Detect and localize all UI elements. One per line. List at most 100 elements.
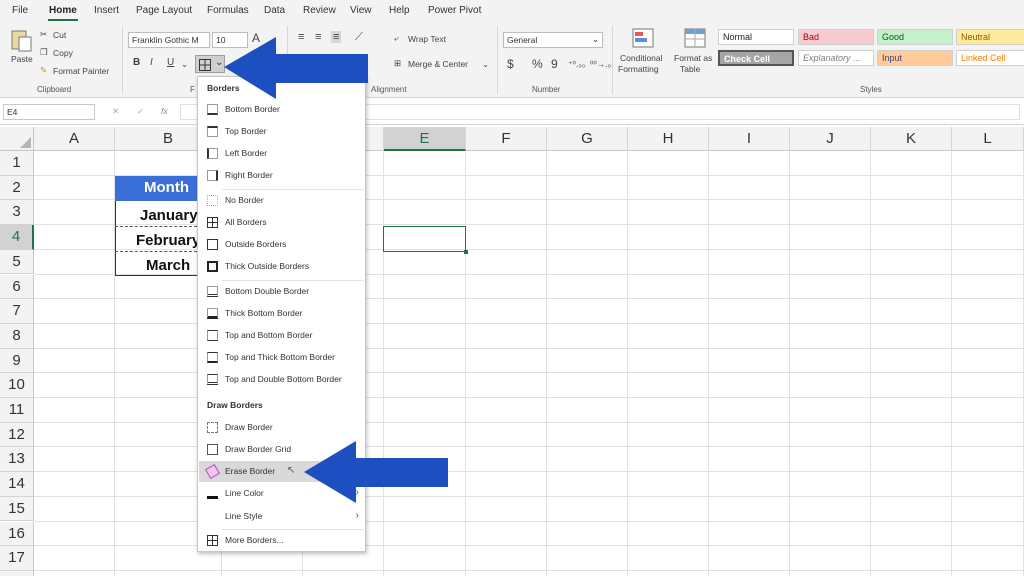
row-header-9[interactable]: 9	[0, 348, 34, 374]
insert-function-icon[interactable]: fx	[161, 106, 168, 116]
menu-top-double-bottom-border[interactable]: Top and Double Bottom Border	[199, 369, 365, 390]
menu-all-borders[interactable]: All Borders	[199, 212, 365, 233]
row-header-4[interactable]: 4	[0, 225, 34, 250]
table-header-cell[interactable]: Month	[115, 176, 197, 201]
merge-center-button[interactable]: Merge & Center	[408, 59, 468, 69]
column-header-h[interactable]: H	[628, 127, 709, 151]
row-header-5[interactable]: 5	[0, 249, 34, 275]
name-box[interactable]: E4	[3, 104, 95, 120]
cell-b4[interactable]: February	[136, 232, 197, 249]
select-all-corner[interactable]	[0, 127, 34, 151]
merge-center-icon[interactable]: ⊞	[394, 58, 401, 69]
row-header-6[interactable]: 6	[0, 274, 34, 300]
tab-power-pivot[interactable]: Power Pivot	[428, 5, 481, 16]
row-header-14[interactable]: 14	[0, 472, 34, 497]
column-header-j[interactable]: J	[790, 127, 871, 151]
format-as-table-line1[interactable]: Format as	[674, 53, 712, 63]
menu-left-border[interactable]: Left Border	[199, 143, 365, 164]
font-name-select[interactable]: Franklin Gothic M	[128, 32, 210, 48]
cell-style-check-cell[interactable]: Check Cell	[718, 50, 794, 66]
cell-style-linked-cell[interactable]: Linked Cell	[956, 50, 1024, 66]
tab-data[interactable]: Data	[264, 5, 285, 16]
tab-help[interactable]: Help	[389, 5, 410, 16]
cell-style-neutral[interactable]: Neutral	[956, 29, 1024, 45]
conditional-formatting-line1[interactable]: Conditional	[620, 53, 663, 63]
percent-button[interactable]: %	[532, 57, 543, 71]
menu-no-border[interactable]: No Border	[199, 190, 365, 211]
tab-review[interactable]: Review	[303, 5, 336, 16]
row-header-1[interactable]: 1	[0, 151, 34, 176]
menu-more-borders[interactable]: More Borders...	[199, 530, 365, 551]
cell-style-bad[interactable]: Bad	[798, 29, 874, 45]
conditional-formatting-line2[interactable]: Formatting	[618, 64, 659, 74]
paste-icon[interactable]	[10, 28, 32, 52]
currency-button[interactable]: $	[507, 57, 514, 71]
menu-thick-bottom-border[interactable]: Thick Bottom Border	[199, 303, 365, 324]
selected-cell-e4[interactable]	[383, 226, 468, 254]
cell-style-explanatory[interactable]: Explanatory ...	[798, 50, 874, 66]
decrease-decimal-icon[interactable]: ⁰⁰→.₀	[590, 59, 611, 70]
row-header-2[interactable]: 2	[0, 175, 34, 201]
increase-decimal-icon[interactable]: ⁺⁰.₀₀	[568, 59, 585, 70]
column-header-e[interactable]: E	[384, 127, 466, 151]
conditional-formatting-icon[interactable]	[631, 27, 655, 49]
italic-button[interactable]: I	[150, 57, 153, 68]
merge-dropdown-icon[interactable]: ⌄	[482, 59, 489, 70]
menu-top-bottom-border[interactable]: Top and Bottom Border	[199, 325, 365, 346]
underline-button[interactable]: U	[167, 57, 174, 68]
row-header-3[interactable]: 3	[0, 200, 34, 226]
row-header-11[interactable]: 11	[0, 398, 34, 423]
menu-line-style[interactable]: Line Style ›	[199, 506, 365, 527]
format-painter-icon[interactable]: ✎	[40, 65, 47, 76]
worksheet-grid[interactable]: ABCDEFGHIJKL 123456789101112131415161718…	[0, 127, 1024, 576]
row-header-15[interactable]: 15	[0, 496, 34, 522]
cell-style-good[interactable]: Good	[877, 29, 953, 45]
paste-button[interactable]: Paste	[11, 54, 33, 64]
menu-right-border[interactable]: Right Border	[199, 165, 365, 186]
copy-icon[interactable]: ❐	[40, 47, 48, 58]
cancel-icon[interactable]: ✕	[112, 106, 119, 117]
column-header-a[interactable]: A	[34, 127, 115, 151]
row-header-8[interactable]: 8	[0, 323, 34, 349]
borders-button[interactable]: ⌄	[195, 55, 225, 73]
cell-style-input[interactable]: Input	[877, 50, 953, 66]
row-header-16[interactable]: 16	[0, 521, 34, 547]
format-as-table-line2[interactable]: Table	[680, 64, 700, 74]
format-as-table-icon[interactable]	[683, 27, 707, 49]
row-header-17[interactable]: 17	[0, 546, 34, 571]
cell-style-normal[interactable]: Normal	[718, 29, 794, 45]
format-painter-button[interactable]: Format Painter	[53, 66, 109, 76]
tab-page-layout[interactable]: Page Layout	[136, 5, 192, 16]
tab-formulas[interactable]: Formulas	[207, 5, 249, 16]
copy-button[interactable]: Copy	[53, 48, 73, 58]
cell-b3[interactable]: January	[140, 207, 197, 224]
wrap-text-button[interactable]: Wrap Text	[408, 34, 446, 44]
column-header-g[interactable]: G	[547, 127, 628, 151]
column-header-k[interactable]: K	[871, 127, 952, 151]
tab-file[interactable]: File	[12, 5, 28, 16]
cut-icon[interactable]: ✂	[40, 29, 47, 40]
row-header-18[interactable]: 18	[0, 570, 34, 576]
column-header-l[interactable]: L	[952, 127, 1024, 151]
column-header-f[interactable]: F	[466, 127, 547, 151]
underline-dropdown-icon[interactable]: ⌄	[181, 59, 188, 70]
menu-draw-border[interactable]: Draw Border	[199, 417, 365, 438]
row-header-13[interactable]: 13	[0, 447, 34, 473]
wrap-text-icon[interactable]: ⤶	[394, 33, 399, 44]
row-header-10[interactable]: 10	[0, 373, 34, 398]
tab-view[interactable]: View	[350, 5, 372, 16]
menu-top-thick-bottom-border[interactable]: Top and Thick Bottom Border	[199, 347, 365, 368]
menu-thick-outside-borders[interactable]: Thick Outside Borders	[199, 256, 365, 277]
row-header-12[interactable]: 12	[0, 422, 34, 448]
row-header-7[interactable]: 7	[0, 299, 34, 324]
tab-insert[interactable]: Insert	[94, 5, 119, 16]
menu-bottom-double-border[interactable]: Bottom Double Border	[199, 281, 365, 302]
cut-button[interactable]: Cut	[53, 30, 66, 40]
bold-button[interactable]: B	[133, 57, 140, 68]
enter-icon[interactable]: ✓	[137, 106, 144, 117]
number-format-select[interactable]: General ⌄	[503, 32, 603, 48]
menu-outside-borders[interactable]: Outside Borders	[199, 234, 365, 255]
comma-button[interactable]: 9	[551, 57, 558, 71]
cell-b5[interactable]: March	[146, 257, 197, 274]
column-header-i[interactable]: I	[709, 127, 790, 151]
